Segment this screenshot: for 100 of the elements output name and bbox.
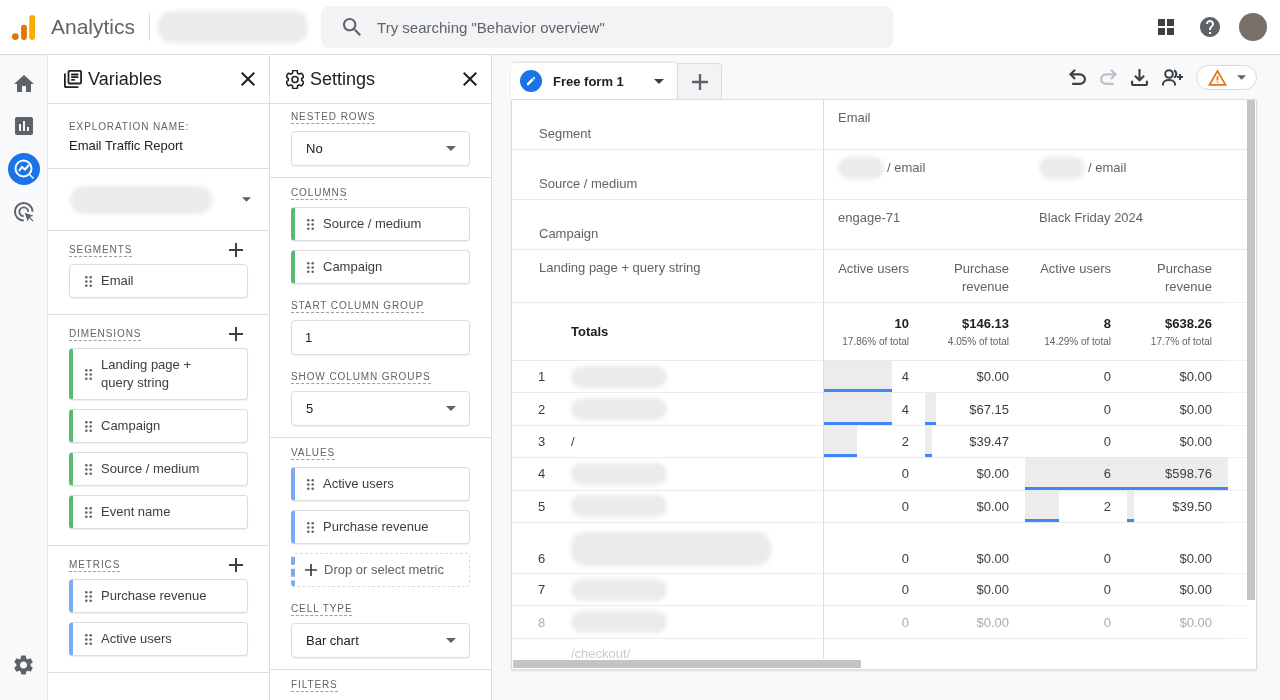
caret-icon bbox=[1237, 74, 1246, 80]
metric-value: 0 bbox=[901, 550, 909, 566]
warning-menu-button[interactable] bbox=[1196, 64, 1257, 90]
row-label: Campaign bbox=[539, 226, 599, 241]
metric-value: 0 bbox=[1103, 401, 1111, 417]
column-header[interactable]: Active users bbox=[1040, 260, 1111, 296]
total-share: 17.7% of total bbox=[1150, 336, 1212, 347]
avatar[interactable] bbox=[1239, 13, 1267, 41]
variable-chip[interactable]: Source / medium bbox=[291, 207, 470, 241]
nav-button[interactable] bbox=[7, 153, 40, 185]
plus-icon bbox=[305, 564, 317, 576]
variable-chip[interactable]: Campaign bbox=[291, 250, 470, 284]
variable-chip[interactable]: Purchase revenue bbox=[291, 510, 470, 544]
drop-zone[interactable]: Drop or select metric bbox=[291, 553, 470, 587]
person-add-icon[interactable] bbox=[1162, 68, 1184, 86]
variable-chip[interactable]: Source / medium bbox=[69, 452, 248, 486]
caret-icon bbox=[446, 146, 456, 151]
cursor-target-icon bbox=[13, 202, 34, 222]
metric-value: 0 bbox=[1103, 614, 1111, 630]
plus-icon[interactable] bbox=[229, 558, 243, 572]
variable-chip[interactable]: Active users bbox=[291, 467, 470, 501]
search-icon bbox=[343, 18, 362, 36]
row-number: 3 bbox=[537, 433, 546, 449]
drag-handle-icon bbox=[85, 368, 92, 380]
plus-icon[interactable] bbox=[229, 243, 243, 257]
row-number: 5 bbox=[537, 498, 546, 514]
variable-chip[interactable]: Active users bbox=[69, 622, 248, 656]
download-icon[interactable] bbox=[1131, 68, 1148, 86]
stacked-pages-icon bbox=[64, 70, 82, 88]
help-icon[interactable] bbox=[1200, 17, 1220, 37]
drag-handle-icon bbox=[85, 633, 92, 645]
drag-handle-icon bbox=[85, 590, 92, 602]
plus-icon bbox=[691, 73, 708, 90]
metric-value: $67.15 bbox=[969, 401, 1009, 417]
dropdown[interactable]: 5 bbox=[291, 391, 470, 426]
dropdown[interactable]: No bbox=[291, 131, 470, 166]
section-label: SHOW COLUMN GROUPS bbox=[291, 370, 431, 384]
tab[interactable]: Free form 1 bbox=[511, 63, 677, 99]
metric-value: 4 bbox=[901, 401, 909, 417]
metric-value: $39.50 bbox=[1172, 498, 1212, 514]
section-label: COLUMNS bbox=[291, 186, 348, 200]
metric-value: 0 bbox=[901, 614, 909, 630]
section-label: CELL TYPE bbox=[291, 602, 353, 616]
home-icon bbox=[13, 74, 34, 92]
metric-value: $598.76 bbox=[1165, 466, 1212, 482]
trend-chart-icon bbox=[13, 159, 34, 179]
drag-handle-icon bbox=[307, 521, 314, 533]
column-header[interactable]: Active users bbox=[838, 260, 909, 296]
metric-value: $0.00 bbox=[1179, 582, 1212, 598]
total-share: 4.05% of total bbox=[947, 336, 1009, 347]
scrollbar-thumb[interactable] bbox=[1247, 100, 1255, 600]
metric-value: $0.00 bbox=[1179, 401, 1212, 417]
variable-chip[interactable]: Purchase revenue bbox=[69, 579, 248, 613]
warning-icon bbox=[1208, 68, 1227, 86]
drag-handle-icon bbox=[85, 463, 92, 475]
panel-title: Settings bbox=[310, 68, 377, 90]
column-header[interactable]: Purchase revenue bbox=[1131, 260, 1212, 296]
variable-chip[interactable]: Landing page + query string bbox=[69, 348, 248, 400]
metric-value: 6 bbox=[1103, 466, 1111, 482]
row-label: Source / medium bbox=[539, 176, 638, 191]
drag-handle-icon bbox=[85, 275, 92, 287]
metric-value: 0 bbox=[1103, 550, 1111, 566]
row-number: 6 bbox=[537, 550, 546, 566]
column-group-value: / email bbox=[1088, 160, 1127, 175]
metric-value: 0 bbox=[1103, 433, 1111, 449]
exploration-name[interactable]: Email Traffic Report bbox=[69, 137, 248, 154]
add-tab-button[interactable] bbox=[677, 63, 722, 99]
row-label: Landing page + query string bbox=[539, 260, 701, 275]
settings-icon[interactable] bbox=[14, 655, 33, 675]
drag-handle-icon bbox=[85, 506, 92, 518]
variable-chip[interactable]: Event name bbox=[69, 495, 248, 529]
caret-icon[interactable] bbox=[242, 197, 251, 202]
panel-title: Variables bbox=[88, 68, 163, 90]
metric-value: 4 bbox=[901, 369, 909, 385]
metric-value: 2 bbox=[1103, 498, 1111, 514]
scrollbar-thumb[interactable] bbox=[513, 660, 861, 668]
total-value: $146.13 bbox=[962, 316, 1009, 331]
row-number: 8 bbox=[537, 614, 546, 630]
plus-icon[interactable] bbox=[229, 327, 243, 341]
column-group-value: Email bbox=[838, 110, 871, 125]
pencil-icon bbox=[520, 70, 542, 92]
total-value: $638.26 bbox=[1165, 316, 1212, 331]
drag-handle-icon bbox=[307, 261, 314, 273]
dropdown[interactable]: Bar chart bbox=[291, 623, 470, 658]
column-group-value: / email bbox=[887, 160, 926, 175]
close-icon[interactable] bbox=[241, 72, 255, 86]
search-field[interactable]: Try searching "Behavior overview" bbox=[321, 6, 894, 48]
total-share: 17.86% of total bbox=[842, 336, 909, 347]
number-field[interactable]: 1 bbox=[291, 320, 470, 355]
row-number: 7 bbox=[537, 582, 546, 598]
bar-chart-icon bbox=[14, 117, 33, 135]
variable-chip[interactable]: Email bbox=[69, 264, 248, 298]
undo-icon[interactable] bbox=[1069, 69, 1086, 85]
close-icon[interactable] bbox=[463, 72, 477, 86]
apps-grid-icon[interactable] bbox=[1158, 19, 1174, 35]
metric-value: $0.00 bbox=[976, 614, 1009, 630]
metric-value: $0.00 bbox=[976, 369, 1009, 385]
variable-chip[interactable]: Campaign bbox=[69, 409, 248, 443]
column-header[interactable]: Purchase revenue bbox=[929, 260, 1009, 296]
row-label: Segment bbox=[539, 126, 592, 141]
